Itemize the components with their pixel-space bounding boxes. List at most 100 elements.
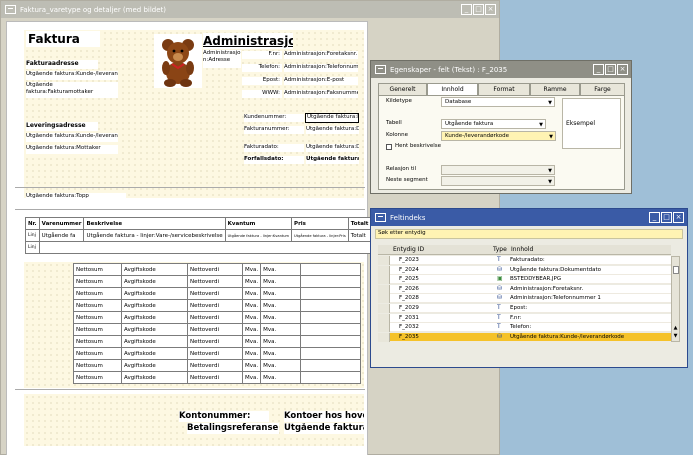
table-header-cell[interactable]: Beskrivelse (83, 217, 226, 230)
summary-cell[interactable]: Nettosum (73, 335, 122, 348)
table-cell[interactable]: Utgående faktura - linjer:Kvantum (224, 229, 293, 242)
summary-cell[interactable]: Nettoverdi (187, 335, 243, 348)
dropdown-arrow-icon[interactable]: ▼ (548, 167, 552, 175)
row-selector[interactable] (378, 265, 390, 275)
summary-row[interactable]: Nettosum Avgiftskode Nettoverdi Mva. Mva. (73, 311, 361, 324)
field-list-row[interactable]: F_2026 ⛁ Administrasjon:Foretaksnr. (378, 284, 671, 294)
summary-cell[interactable]: Mva. (260, 371, 302, 384)
summary-cell[interactable]: Mva. (241, 323, 262, 336)
close-button[interactable]: × (673, 212, 684, 223)
admin-label-www[interactable]: WWW: (242, 90, 282, 98)
summary-cell[interactable]: Nettosum (73, 323, 122, 336)
summary-cell[interactable]: Mva. (260, 287, 302, 300)
close-button[interactable]: × (617, 64, 628, 75)
payment-reference-label[interactable]: Betalingsreferanse: (187, 423, 279, 434)
row-selector[interactable] (378, 256, 390, 265)
summary-cell[interactable]: Nettoverdi (187, 287, 243, 300)
table-cell[interactable]: Linj (25, 241, 40, 254)
summary-cell[interactable]: Mva. (260, 359, 302, 372)
invoice-number-label[interactable]: Fakturanummer: (244, 126, 304, 134)
summary-cell[interactable]: Nettosum (73, 287, 122, 300)
summary-cell[interactable] (300, 359, 361, 372)
logo-image[interactable] (154, 34, 202, 88)
field-list-row[interactable]: F_2024 ⛁ Utgående faktura:Dokumentdato (378, 265, 671, 275)
summary-cell[interactable]: Nettosum (73, 359, 122, 372)
admin-label-phone[interactable]: Telefon: (242, 64, 282, 72)
summary-row[interactable]: Nettosum Avgiftskode Nettoverdi Mva. Mva. (73, 287, 361, 300)
summary-cell[interactable]: Mva. (241, 311, 262, 324)
row-selector[interactable] (378, 332, 390, 342)
field-list-row[interactable]: F_2031 T F.nr: (378, 313, 671, 323)
summary-row[interactable]: Nettosum Avgiftskode Nettoverdi Mva. Mva. (73, 323, 361, 336)
summary-cell[interactable] (300, 275, 361, 288)
summary-row[interactable]: Nettosum Avgiftskode Nettoverdi Mva. Mva. (73, 335, 361, 348)
maximize-button[interactable]: □ (473, 4, 484, 15)
dropdown-arrow-icon[interactable]: ▼ (539, 121, 543, 129)
column-select[interactable]: Kunde-/leverandørkode ▼ (441, 131, 556, 141)
invoice-address-line-2[interactable]: Utgående faktura:Fakturamottaker (26, 82, 118, 98)
summary-table[interactable]: Nettosum Avgiftskode Nettoverdi Mva. Mva. Net… (73, 263, 361, 384)
admin-label-fnr[interactable]: F.nr: (242, 51, 282, 59)
payment-reference-value[interactable]: Utgående faktura: (284, 423, 364, 434)
minimize-button[interactable]: _ (593, 64, 604, 75)
delivery-address-header[interactable]: Leveringsadresse (26, 122, 98, 131)
summary-cell[interactable]: Nettoverdi (187, 299, 243, 312)
invoice-number-value[interactable]: Utgående faktura:Dokumentnummer (306, 126, 359, 134)
summary-cell[interactable]: Avgiftskode (121, 275, 188, 288)
field-list-row[interactable]: F_2032 T Telefon: (378, 323, 671, 333)
summary-cell[interactable] (300, 299, 361, 312)
summary-cell[interactable]: Avgiftskode (121, 359, 188, 372)
customer-number-label[interactable]: Kundenummer: (244, 114, 304, 122)
close-button[interactable]: × (485, 4, 496, 15)
summary-cell[interactable]: Avgiftskode (121, 311, 188, 324)
row-selector[interactable] (378, 294, 390, 304)
summary-cell[interactable]: Mva. (260, 347, 302, 360)
admin-value-email[interactable]: Administrasjon:E-post (284, 77, 358, 85)
company-title[interactable]: Administrasjon:Te (203, 33, 293, 49)
summary-cell[interactable] (300, 335, 361, 348)
column-header-content[interactable]: Innhold (511, 246, 591, 254)
row-selector[interactable] (378, 284, 390, 294)
summary-cell[interactable]: Nettoverdi (187, 359, 243, 372)
field-list-row[interactable]: F_2023 T Fakturadato: (378, 256, 671, 265)
scroll-thumb[interactable] (673, 266, 679, 274)
minimize-button[interactable]: _ (461, 4, 472, 15)
top-field[interactable]: Utgående faktura:Topp (26, 193, 126, 202)
summary-cell[interactable]: Mva. (260, 311, 302, 324)
summary-cell[interactable]: Nettoverdi (187, 323, 243, 336)
vertical-scrollbar[interactable]: ▲ ▼ (671, 256, 680, 342)
source-type-select[interactable]: Database ▼ (441, 97, 555, 107)
properties-window-titlebar[interactable]: Egenskaper - felt (Tekst) : F_2035 _ □ × (371, 61, 631, 78)
table-select[interactable]: Utgående faktura ▼ (441, 119, 546, 129)
summary-cell[interactable] (300, 263, 361, 276)
scroll-up-icon[interactable]: ▲ (672, 325, 679, 331)
summary-cell[interactable]: Avgiftskode (121, 287, 188, 300)
field-list-row[interactable]: F_2029 T Epost: (378, 304, 671, 313)
summary-cell[interactable]: Mva. (260, 299, 302, 312)
table-header-cell[interactable]: Varenummer (38, 217, 85, 230)
row-selector[interactable] (378, 313, 390, 323)
table-row[interactable]: Linj Utgående fa Utgående faktura - linj… (25, 229, 372, 242)
summary-cell[interactable]: Avgiftskode (121, 335, 188, 348)
table-header-cell[interactable]: Totalt (347, 217, 372, 230)
summary-cell[interactable]: Mva. (260, 335, 302, 348)
invoice-date-label[interactable]: Fakturadato: (244, 144, 304, 152)
admin-value-phone[interactable]: Administrasjon:Telefonnummer 1 (284, 64, 358, 72)
dropdown-arrow-icon[interactable]: ▼ (548, 178, 552, 186)
summary-cell[interactable] (300, 347, 361, 360)
summary-cell[interactable] (300, 287, 361, 300)
summary-cell[interactable]: Avgiftskode (121, 299, 188, 312)
summary-cell[interactable]: Mva. (241, 263, 262, 276)
summary-cell[interactable]: Nettosum (73, 275, 122, 288)
summary-cell[interactable] (300, 371, 361, 384)
row-selector[interactable] (378, 304, 390, 313)
fetch-description-checkbox[interactable] (386, 144, 392, 150)
summary-cell[interactable]: Nettoverdi (187, 275, 243, 288)
summary-cell[interactable]: Nettoverdi (187, 263, 243, 276)
summary-cell[interactable]: Nettoverdi (187, 347, 243, 360)
table-header-cell[interactable]: Pris (291, 217, 349, 230)
maximize-button[interactable]: □ (605, 64, 616, 75)
table-cell[interactable]: Linj (25, 229, 40, 242)
summary-cell[interactable]: Avgiftskode (121, 323, 188, 336)
table-cell[interactable]: Utgående faktura - linjer:Pris (291, 229, 349, 242)
